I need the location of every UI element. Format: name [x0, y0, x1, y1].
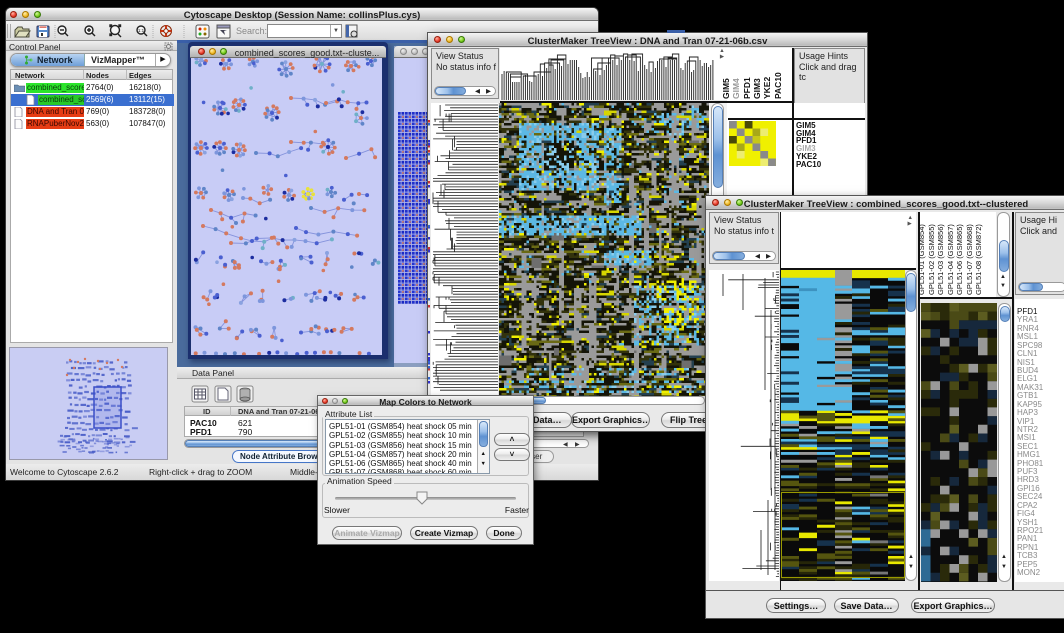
svg-text:1:1: 1:1 [138, 28, 145, 33]
svg-text:Search:: Search: [236, 26, 267, 36]
